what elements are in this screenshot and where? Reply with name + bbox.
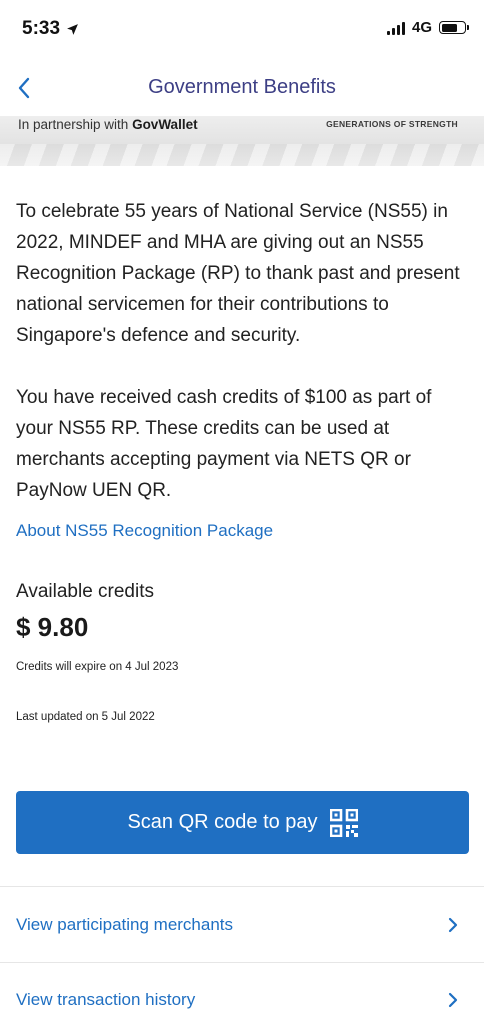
about-ns55-link[interactable]: About NS55 Recognition Package [16, 521, 468, 541]
credits-label: Available credits [16, 581, 155, 602]
view-merchants-row[interactable]: View participating merchants [0, 888, 484, 962]
status-time-text: 5:33 [22, 18, 61, 39]
last-updated-note: Last updated on 5 Jul 2022 [16, 711, 155, 723]
partner-banner: In partnership with GovWallet GENERATION… [0, 116, 484, 166]
page-title: Government Benefits [148, 76, 336, 98]
status-bar: 5:33 4G [0, 0, 484, 58]
divider [0, 886, 484, 887]
view-transactions-label: View transaction history [16, 990, 196, 1009]
scan-qr-button[interactable]: Scan QR code to pay [16, 791, 469, 854]
credits-info-paragraph: You have received cash credits of $100 a… [16, 387, 432, 501]
network-type: 4G [411, 19, 432, 36]
banner-partnership-prefix: In partnership with [18, 117, 133, 132]
chevron-right-icon [448, 917, 458, 933]
credits-amount: $ 9.80 [16, 612, 89, 642]
chevron-right-icon [448, 992, 458, 1008]
nav-bar: Government Benefits [0, 58, 484, 116]
banner-tagline: GENERATIONS OF STRENGTH [326, 119, 458, 129]
battery-icon [439, 21, 469, 34]
location-arrow-icon [67, 23, 78, 35]
status-time: 5:33 [22, 18, 79, 40]
intro-paragraph: To celebrate 55 years of National Servic… [16, 201, 460, 346]
qr-code-icon [329, 808, 358, 837]
view-transactions-row[interactable]: View transaction history [0, 963, 484, 1024]
scan-qr-label: Scan QR code to pay [127, 811, 318, 833]
expiry-note: Credits will expire on 4 Jul 2023 [16, 661, 179, 673]
signal-icon [386, 21, 405, 35]
banner-partnership: In partnership with GovWallet [18, 117, 198, 132]
benefit-content: To celebrate 55 years of National Servic… [16, 196, 468, 723]
banner-partner-name: GovWallet [132, 117, 198, 132]
status-indicators: 4G [386, 19, 469, 36]
view-merchants-label: View participating merchants [16, 915, 234, 934]
